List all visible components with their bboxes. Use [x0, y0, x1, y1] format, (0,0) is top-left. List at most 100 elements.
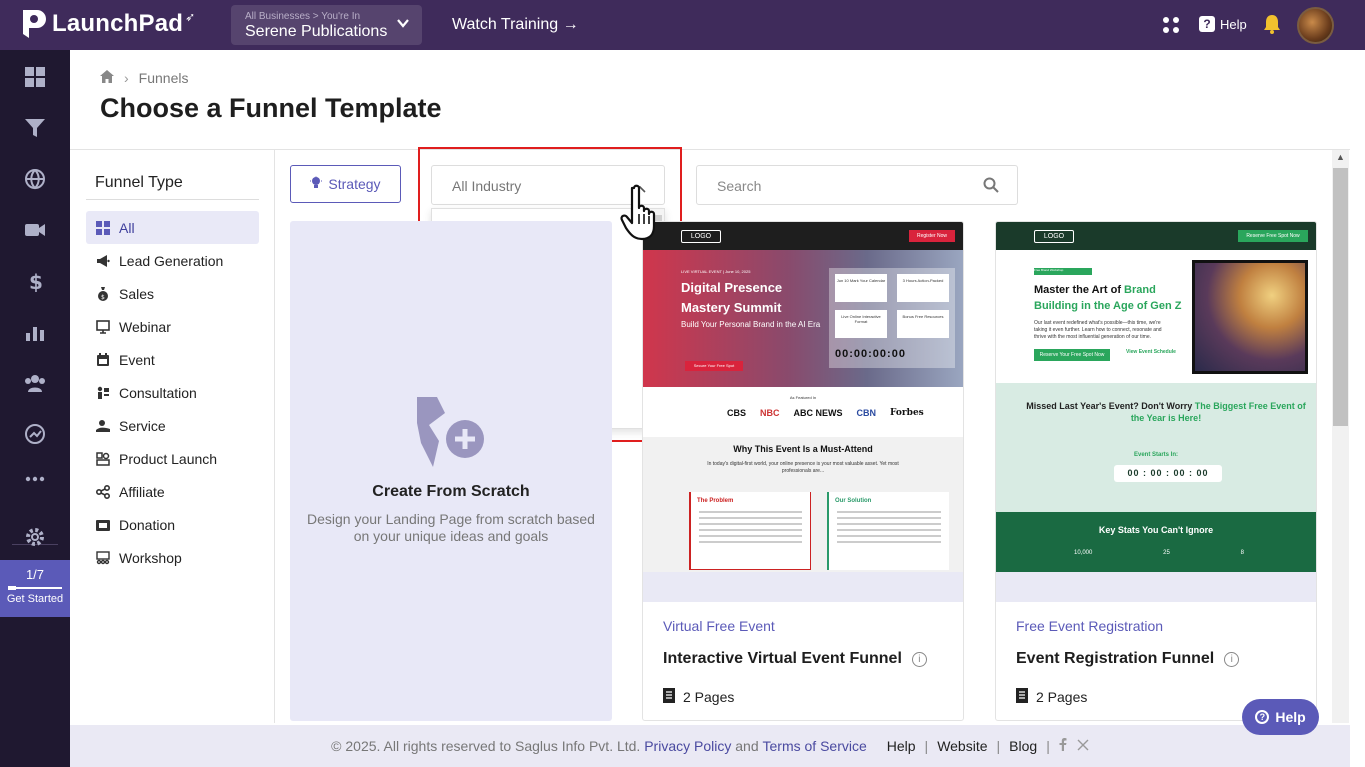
thumb-why-title: Why This Event Is a Must-Attend [733, 444, 873, 454]
facebook-icon[interactable] [1059, 738, 1067, 754]
template-pages: 2 Pages [663, 688, 734, 706]
template-thumbnail[interactable]: LOGO Reserve Free Spot Now Free Brand Wo… [996, 222, 1316, 602]
help-button[interactable]: ? Help [1199, 16, 1247, 32]
floating-help-button[interactable]: ? Help [1242, 699, 1319, 735]
help-label: Help [1220, 16, 1247, 32]
info-icon[interactable]: i [911, 651, 927, 667]
funnel-type-consultation[interactable]: Consultation [86, 376, 259, 409]
page-scroll-thumb[interactable] [1333, 168, 1348, 426]
funnel-icon[interactable] [24, 117, 46, 139]
help-icon: ? [1199, 16, 1215, 32]
thumb-timer: 00 : 00 : 00 : 00 [1114, 465, 1222, 482]
template-thumbnail[interactable]: LOGO Register Now LIVE VIRTUAL EVENT | J… [643, 222, 963, 602]
thumb-headline-part: Master the Art of [1034, 284, 1125, 296]
dollar-icon[interactable]: $ [24, 270, 46, 294]
user-avatar[interactable] [1297, 7, 1334, 44]
thumb-problem-title: The Problem [697, 498, 734, 504]
more-icon[interactable] [24, 468, 46, 490]
thumb-timer: 00:00:00:00 [835, 348, 906, 360]
funnel-type-webinar[interactable]: Webinar [86, 310, 259, 343]
thumb-text-line [837, 529, 941, 531]
funnel-type-product-launch[interactable]: Product Launch [86, 442, 259, 475]
workshop-icon [95, 550, 110, 565]
search-input[interactable]: Search [696, 165, 1018, 205]
funnel-type-affiliate[interactable]: Affiliate [86, 475, 259, 508]
media-logo: CBS [727, 408, 747, 418]
get-started-progress [8, 586, 62, 590]
info-icon[interactable]: i [1224, 651, 1240, 667]
search-icon[interactable] [983, 177, 999, 196]
brand-logo[interactable]: LaunchPad ➶ [20, 8, 195, 40]
floating-help-label: Help [1275, 709, 1306, 725]
footer-blog-link[interactable]: Blog [1009, 738, 1037, 754]
template-category: Free Event Registration [1016, 618, 1164, 634]
apps-grid-icon[interactable] [1162, 16, 1180, 39]
thumb-stats-title: Key Stats You Can't Ignore [1098, 525, 1214, 535]
thumb-text-line [699, 523, 802, 525]
reports-icon[interactable] [24, 423, 46, 445]
footer-separator: | [996, 738, 1001, 754]
template-card[interactable]: LOGO Register Now LIVE VIRTUAL EVENT | J… [642, 221, 964, 721]
watch-training-link[interactable]: Watch Training → [452, 16, 579, 34]
video-icon[interactable] [24, 219, 46, 241]
thumb-text-line [699, 535, 802, 537]
thumb-register-button: Register Now [909, 230, 955, 242]
funnel-type-all[interactable]: All [86, 211, 259, 244]
settings-gear-icon[interactable] [24, 526, 46, 548]
thumb-info-box: Live Online Interactive Format [835, 310, 887, 338]
thumb-as-featured: As Featured In [789, 395, 817, 400]
hand-cursor-icon [620, 184, 662, 247]
scroll-up-arrow-icon[interactable]: ▲ [1336, 152, 1345, 162]
funnel-type-title: Funnel Type [95, 174, 183, 191]
funnel-type-label: Service [119, 417, 166, 434]
thumb-stats-row: 10,000 25 8 [1074, 550, 1244, 556]
x-twitter-icon[interactable] [1077, 738, 1089, 754]
team-icon[interactable] [24, 372, 46, 394]
terms-link[interactable]: Terms of Service [763, 738, 867, 754]
consultation-icon [95, 385, 110, 400]
thumb-headline: Master the Art of Brand Building in the … [1034, 282, 1184, 314]
svg-text:$: $ [101, 294, 105, 301]
breadcrumb: › Funnels [100, 70, 188, 86]
notification-bell-icon[interactable] [1263, 14, 1281, 39]
funnel-type-event[interactable]: Event [86, 343, 259, 376]
thumb-tag: LIVE VIRTUAL EVENT | June 10, 2025 [681, 269, 751, 274]
thumb-text-line [837, 517, 941, 519]
thumb-stat: 25 [1163, 550, 1170, 556]
thumb-text-line [837, 541, 941, 543]
funnel-type-sales[interactable]: $ Sales [86, 277, 259, 310]
strategy-button[interactable]: Strategy [290, 165, 401, 203]
globe-icon[interactable] [24, 168, 46, 190]
breadcrumb-current[interactable]: Funnels [139, 70, 189, 86]
dashboard-icon[interactable] [24, 66, 46, 88]
scratch-description: Design your Landing Page from scratch ba… [307, 511, 595, 544]
business-context: All Businesses > You're In [245, 11, 361, 22]
scratch-plus-logo-icon [415, 393, 487, 476]
funnel-type-donation[interactable]: Donation [86, 508, 259, 541]
funnel-type-lead-generation[interactable]: Lead Generation [86, 244, 259, 277]
footer-help-link[interactable]: Help [887, 738, 916, 754]
thumb-missed-part: Missed Last Year's Event? Don't Worry [1026, 401, 1195, 411]
analytics-icon[interactable] [24, 321, 46, 343]
footer-website-link[interactable]: Website [937, 738, 987, 754]
megaphone-icon [95, 253, 110, 268]
funnel-type-label: Event [119, 351, 155, 368]
thumb-headline: Digital Presence Mastery Summit [681, 278, 782, 318]
template-title-text: Interactive Virtual Event Funnel [663, 650, 902, 667]
template-card[interactable]: LOGO Reserve Free Spot Now Free Brand Wo… [995, 221, 1317, 721]
thumb-stat: 10,000 [1074, 550, 1093, 556]
thumb-text-line [699, 511, 802, 513]
create-from-scratch-card[interactable]: Create From Scratch Design your Landing … [290, 221, 612, 721]
funnel-type-service[interactable]: Service [86, 409, 259, 442]
header-divider [70, 149, 1350, 150]
footer-separator: | [1046, 738, 1050, 754]
business-selector[interactable]: All Businesses > You're In Serene Public… [231, 5, 422, 45]
funnel-type-workshop[interactable]: Workshop [86, 541, 259, 574]
home-icon[interactable] [100, 70, 114, 86]
thumb-reserve-button: Reserve Free Spot Now [1238, 230, 1308, 242]
thumb-media-logos: CBS NBC ABC NEWS CBN Forbes [727, 408, 924, 418]
thumb-subhead: Build Your Personal Brand in the AI Era [681, 320, 821, 329]
industry-selected: All Industry [452, 178, 522, 194]
get-started-widget[interactable]: 1/7 Get Started [0, 560, 70, 617]
privacy-policy-link[interactable]: Privacy Policy [644, 738, 731, 754]
